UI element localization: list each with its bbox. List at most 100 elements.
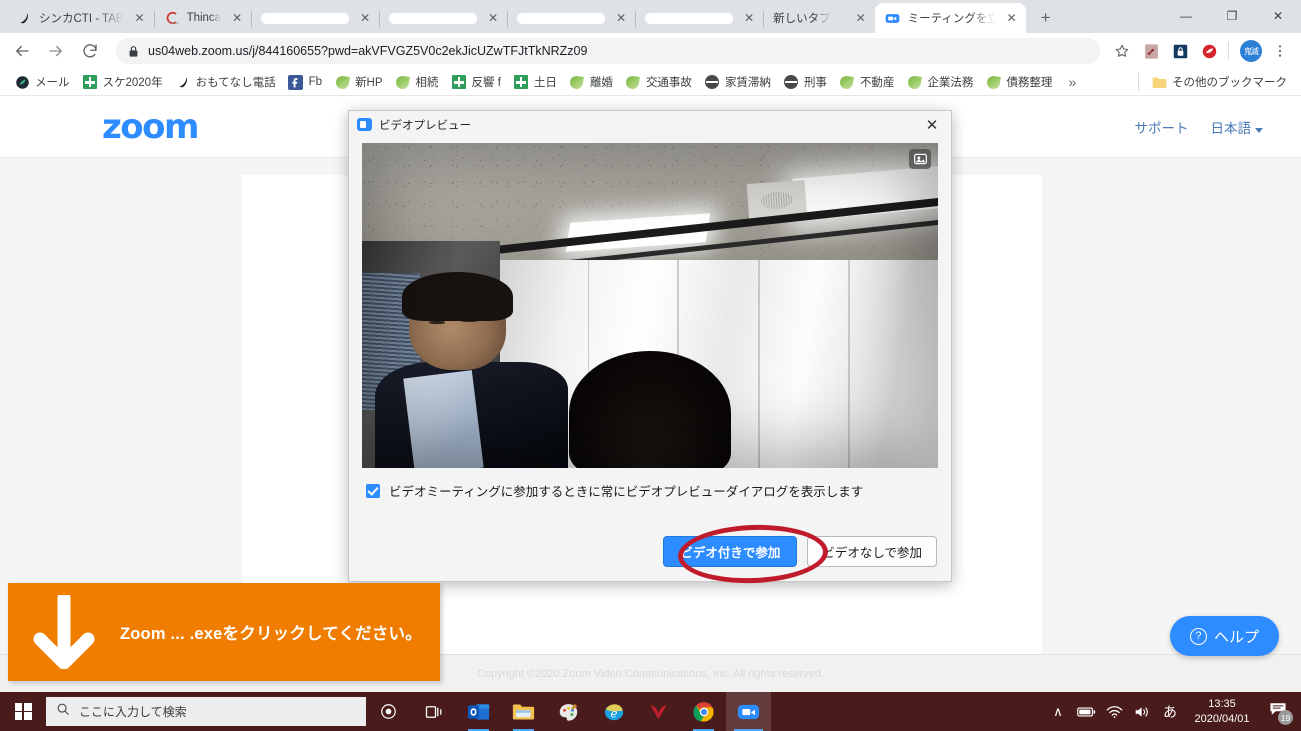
bookmark-item[interactable]: 債務整理 xyxy=(979,71,1058,93)
bookmarks-overflow-button[interactable]: » xyxy=(1062,74,1082,90)
bookmark-item[interactable]: 不動産 xyxy=(833,71,901,93)
globe-dark-icon xyxy=(704,74,720,90)
forward-button[interactable] xyxy=(42,37,70,65)
zoom-logo[interactable]: zoom xyxy=(102,107,199,147)
bookmark-label: 交通事故 xyxy=(645,77,692,89)
bookmark-item[interactable]: 新HP xyxy=(328,71,388,93)
phone-icon xyxy=(175,74,191,90)
reload-button[interactable] xyxy=(76,37,104,65)
trend-micro-icon[interactable] xyxy=(1196,38,1222,64)
browser-tab-2[interactable]: Thinca Thinca ✕ xyxy=(153,3,252,33)
bookmark-label: スケ2020年 xyxy=(102,77,163,89)
bookmark-item[interactable]: 相続 xyxy=(389,71,445,93)
green-cross-icon xyxy=(82,74,98,90)
instruction-callout: Zoom ... .exeをクリックしてください。 xyxy=(8,583,440,681)
back-button[interactable] xyxy=(8,37,36,65)
address-bar[interactable]: us04web.zoom.us/j/844160655?pwd=akVFVGZ5… xyxy=(116,38,1100,64)
camera-image-icon[interactable] xyxy=(909,149,931,169)
close-window-button[interactable]: ✕ xyxy=(1255,0,1301,32)
new-tab-button[interactable]: + xyxy=(1032,4,1060,32)
bookmark-item[interactable]: スケ2020年 xyxy=(76,71,169,93)
browser-tab-label-redacted xyxy=(645,12,734,24)
red-app-icon[interactable] xyxy=(636,692,681,731)
down-arrow-icon xyxy=(8,595,120,669)
browser-tab-4[interactable]: ✕ xyxy=(379,3,507,33)
help-button[interactable]: ? ヘルプ xyxy=(1169,616,1279,656)
tab-close-icon[interactable]: ✕ xyxy=(613,10,629,26)
bookmark-label: メール xyxy=(35,77,70,89)
tab-close-icon[interactable]: ✕ xyxy=(741,10,757,26)
avatar[interactable]: 鬼滅 xyxy=(1238,38,1264,64)
tab-close-icon[interactable]: ✕ xyxy=(485,10,501,26)
globe-dark-icon xyxy=(783,74,799,90)
browser-tab-3[interactable]: ✕ xyxy=(251,3,379,33)
join-with-video-button[interactable]: ビデオ付きで参加 xyxy=(663,536,798,567)
leaf-icon xyxy=(906,74,922,90)
task-view-icon[interactable] xyxy=(411,692,456,731)
bookmark-item[interactable]: メール xyxy=(8,71,76,93)
browser-tab-7[interactable]: 新しいタブ ✕ xyxy=(763,3,875,33)
support-link[interactable]: サポート xyxy=(1135,117,1189,137)
bookmark-item[interactable]: 土日 xyxy=(507,71,563,93)
cortana-icon[interactable] xyxy=(366,692,411,731)
taskbar-search-box[interactable]: ここに入力して検索 xyxy=(46,697,366,726)
bookmark-item[interactable]: 交通事故 xyxy=(619,71,698,93)
tray-expand-chevron-icon[interactable]: ∧ xyxy=(1045,692,1071,731)
language-label: 日本語 xyxy=(1210,120,1252,136)
notification-center-button[interactable]: 19 xyxy=(1261,692,1295,731)
bookmark-item[interactable]: 反響 f xyxy=(445,71,507,93)
language-selector[interactable]: 日本語 xyxy=(1210,117,1263,137)
browser-tab-8-active[interactable]: ミーティングを立ち ✕ xyxy=(874,3,1026,33)
other-bookmarks-label: その他のブックマーク xyxy=(1172,77,1287,89)
file-explorer-icon[interactable] xyxy=(501,692,546,731)
join-without-video-button[interactable]: ビデオなしで参加 xyxy=(807,536,937,567)
browser-tab-6[interactable]: ✕ xyxy=(635,3,763,33)
battery-icon[interactable] xyxy=(1073,692,1099,731)
bookmark-item[interactable]: Fb xyxy=(282,71,328,93)
bookmark-item[interactable]: 刑事 xyxy=(777,71,833,93)
start-button[interactable] xyxy=(0,692,46,731)
bookmark-item[interactable]: 家賃滞納 xyxy=(698,71,777,93)
tab-close-icon[interactable]: ✕ xyxy=(853,10,869,26)
three-dot-menu-icon[interactable] xyxy=(1267,38,1293,64)
zoom-app-icon xyxy=(357,118,372,131)
outlook-icon[interactable] xyxy=(456,692,501,731)
screen-root: シンカCTI - TAB ✕ Thinca Thinca ✕ ✕ ✕ ✕ ✕ 新… xyxy=(0,0,1301,731)
pdf-extension-icon[interactable] xyxy=(1138,38,1164,64)
system-tray: ∧ あ 13:35 2020/04/01 19 xyxy=(1045,692,1301,731)
bookmarks-bar: メール スケ2020年 おもてなし電話 Fb 新HP 相続 反響 f 土日 離婚… xyxy=(0,69,1301,96)
always-show-preview-checkbox[interactable] xyxy=(366,483,380,498)
password-manager-icon[interactable] xyxy=(1167,38,1193,64)
bookmark-item[interactable]: おもてなし電話 xyxy=(169,71,282,93)
volume-icon[interactable] xyxy=(1129,692,1155,731)
maximize-button[interactable]: ❐ xyxy=(1209,0,1255,32)
bookmark-item[interactable]: 企業法務 xyxy=(900,71,979,93)
other-bookmarks-button[interactable]: その他のブックマーク xyxy=(1145,71,1293,93)
chrome-icon[interactable] xyxy=(681,692,726,731)
taskbar-clock[interactable]: 13:35 2020/04/01 xyxy=(1185,697,1259,727)
bookmark-label: 刑事 xyxy=(803,77,827,89)
bookmark-item[interactable]: 離婚 xyxy=(563,71,619,93)
tab-close-icon[interactable]: ✕ xyxy=(132,10,148,26)
wifi-icon[interactable] xyxy=(1101,692,1127,731)
phone-icon xyxy=(16,10,32,26)
person-foreground-center xyxy=(569,351,731,468)
browser-tab-5[interactable]: ✕ xyxy=(507,3,635,33)
always-show-preview-checkbox-row[interactable]: ビデオミーティングに参加するときに常にビデオプレビューダイアログを表示します xyxy=(362,468,938,500)
paint-3d-icon[interactable] xyxy=(546,692,591,731)
browser-tab-1[interactable]: シンカCTI - TAB ✕ xyxy=(6,3,154,33)
green-cross-icon xyxy=(451,74,467,90)
minimize-button[interactable]: — xyxy=(1163,0,1209,32)
tab-close-icon[interactable]: ✕ xyxy=(229,10,245,26)
tab-close-icon[interactable]: ✕ xyxy=(357,10,373,26)
bookmark-label: 家賃滞納 xyxy=(724,77,771,89)
close-icon[interactable]: ✕ xyxy=(919,114,945,136)
zoom-taskbar-icon[interactable] xyxy=(726,692,771,731)
tab-close-icon[interactable]: ✕ xyxy=(1004,10,1020,26)
internet-explorer-icon[interactable]: e xyxy=(591,692,636,731)
person-foreground-left xyxy=(374,271,569,468)
browser-tab-label: シンカCTI - TAB xyxy=(39,13,124,25)
ime-indicator[interactable]: あ xyxy=(1157,692,1183,731)
bookmark-label: 債務整理 xyxy=(1006,77,1053,89)
bookmark-star-icon[interactable] xyxy=(1109,38,1135,64)
